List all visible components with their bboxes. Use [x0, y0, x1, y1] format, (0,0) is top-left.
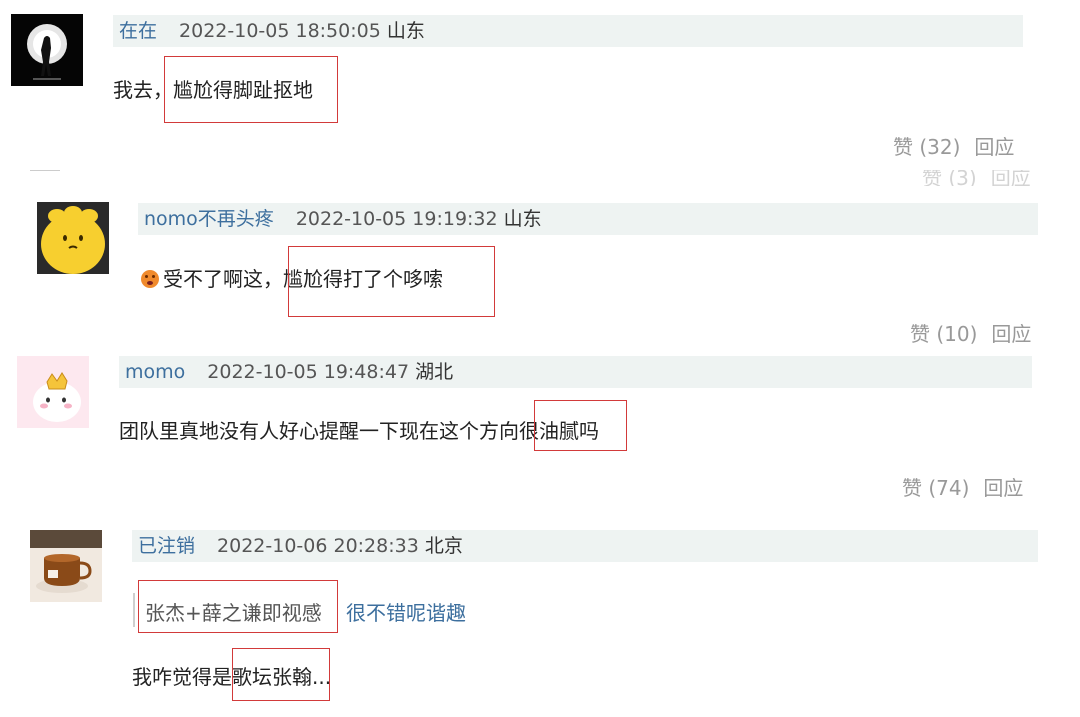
username-link[interactable]: 已注销: [138, 535, 195, 557]
like-button[interactable]: 赞 (10): [910, 322, 977, 346]
avatar[interactable]: [30, 530, 102, 602]
username-link[interactable]: momo: [125, 361, 185, 383]
timestamp: 2022-10-05 18:50:05: [179, 20, 381, 42]
like-button[interactable]: 赞 (32): [893, 135, 960, 159]
comment-text-prefix: 团队里真地没有人好心提醒一下现在这个方向: [119, 419, 519, 443]
avatar[interactable]: [11, 14, 83, 86]
divider: [30, 170, 60, 171]
location: 北京: [424, 535, 463, 557]
comment-meta: 已注销 2022-10-06 20:28:33 北京: [132, 530, 1038, 562]
comment-meta: nomo不再头疼 2022-10-05 19:19:32 山东: [138, 203, 1038, 235]
timestamp: 2022-10-05 19:48:47: [207, 361, 410, 383]
faded-actions: 赞 (3) 回应: [922, 170, 1031, 186]
quoted-reply-link[interactable]: 很不错呢谐趣: [346, 597, 466, 626]
tea-cup-icon: [30, 530, 102, 602]
comment-actions: 赞 (74) 回应: [902, 472, 1023, 501]
timestamp: 2022-10-06 20:28:33: [217, 535, 419, 557]
highlight-box: [164, 56, 338, 123]
comment-actions: 赞 (32) 回应: [893, 131, 1014, 160]
highlight-box: [138, 580, 338, 633]
silhouette-moon-icon: [11, 14, 83, 86]
like-button[interactable]: 赞 (74): [902, 476, 969, 500]
location: 山东: [503, 208, 542, 230]
comment-text-prefix: 我咋觉得是: [132, 665, 232, 689]
reply-button[interactable]: 回应: [991, 322, 1031, 346]
reply-button[interactable]: 回应: [974, 135, 1014, 159]
pink-crown-icon: [17, 356, 89, 428]
highlight-box: [534, 400, 627, 451]
username-link[interactable]: nomo不再头疼: [144, 208, 274, 230]
quote-marker: [133, 593, 135, 627]
username-link[interactable]: 在在: [119, 20, 157, 42]
comment-actions: 赞 (10) 回应: [910, 318, 1031, 347]
timestamp: 2022-10-05 19:19:32: [295, 208, 498, 230]
location: 山东: [386, 20, 425, 42]
yellow-blob-icon: [37, 202, 109, 274]
comment-meta: momo 2022-10-05 19:48:47 湖北: [119, 356, 1032, 388]
comment-text: 团队里真地没有人好心提醒一下现在这个方向很油腻吗: [119, 415, 599, 444]
comment-meta: 在在 2022-10-05 18:50:05 山东: [113, 15, 1023, 47]
location: 湖北: [415, 361, 454, 383]
highlight-box: [288, 246, 495, 317]
reply-button[interactable]: 回应: [983, 476, 1023, 500]
avatar[interactable]: [17, 356, 89, 428]
comment-text-prefix: 受不了啊这，: [163, 267, 283, 291]
avatar[interactable]: [37, 202, 109, 274]
highlight-box: [232, 648, 330, 701]
faded-like-label: 赞 (3): [922, 170, 977, 186]
dizzy-face-icon: [141, 270, 159, 288]
faded-reply-label: 回应: [990, 170, 1031, 186]
